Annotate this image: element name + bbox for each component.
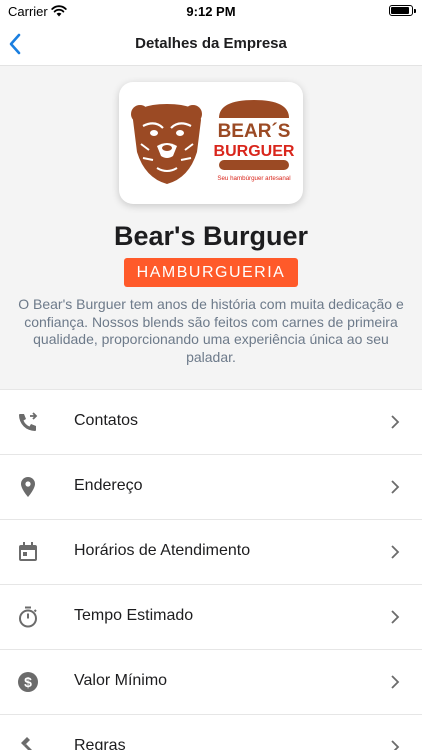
svg-text:$: $ [24, 674, 32, 690]
brand-line-2: BURGUER [214, 143, 295, 160]
burger-icon: BEAR´S BURGUER Seu hambúrguer artesanal [214, 100, 295, 182]
chevron-right-icon [391, 740, 400, 750]
gavel-icon [21, 737, 32, 750]
category-badge: HAMBURGUERIA [124, 258, 298, 287]
company-logo: BEAR´S BURGUER Seu hambúrguer artesanal [119, 82, 303, 204]
dollar-circle-icon: $ [18, 672, 38, 692]
battery-fill [391, 7, 410, 14]
status-bar: Carrier 9:12 PM [0, 0, 422, 22]
nav-bar: Detalhes da Empresa [0, 22, 422, 66]
menu-list: Contatos Endereço Horários de Atendiment… [0, 389, 422, 750]
location-pin-icon [21, 477, 35, 497]
chevron-right-icon [391, 415, 400, 429]
menu-item-label: Tempo Estimado [74, 607, 194, 624]
menu-item-label: Horários de Atendimento [74, 542, 251, 559]
company-description: O Bear's Burguer tem anos de história co… [18, 296, 404, 365]
menu-item-endereco[interactable]: Endereço [0, 454, 422, 519]
chevron-right-icon [391, 675, 400, 689]
bear-icon [131, 104, 202, 184]
bear-burger-logo: BEAR´S BURGUER Seu hambúrguer artesanal [131, 100, 295, 184]
menu-item-contatos[interactable]: Contatos [0, 389, 422, 454]
clock: 9:12 PM [186, 4, 236, 19]
chevron-right-icon [391, 610, 400, 624]
menu-item-horarios[interactable]: Horários de Atendimento [0, 519, 422, 584]
company-name: Bear's Burguer [114, 221, 308, 251]
phone-forward-icon [19, 412, 38, 431]
menu-item-valor-minimo[interactable]: $ Valor Mínimo [0, 649, 422, 714]
page-title: Detalhes da Empresa [135, 35, 287, 52]
menu-item-label: Endereço [74, 477, 143, 494]
menu-item-label: Valor Mínimo [74, 672, 168, 689]
menu-item-label: Contatos [74, 412, 139, 429]
chevron-right-icon [391, 545, 400, 559]
battery-icon [389, 5, 416, 16]
brand-line-1: BEAR´S [218, 121, 291, 142]
timer-icon [19, 606, 37, 628]
menu-item-regras[interactable]: Regras [0, 714, 422, 750]
menu-item-label: Regras [74, 737, 126, 750]
chevron-right-icon [391, 480, 400, 494]
menu-item-tempo-estimado[interactable]: Tempo Estimado [0, 584, 422, 649]
calendar-icon [19, 542, 37, 561]
brand-tagline: Seu hambúrguer artesanal [217, 175, 290, 182]
